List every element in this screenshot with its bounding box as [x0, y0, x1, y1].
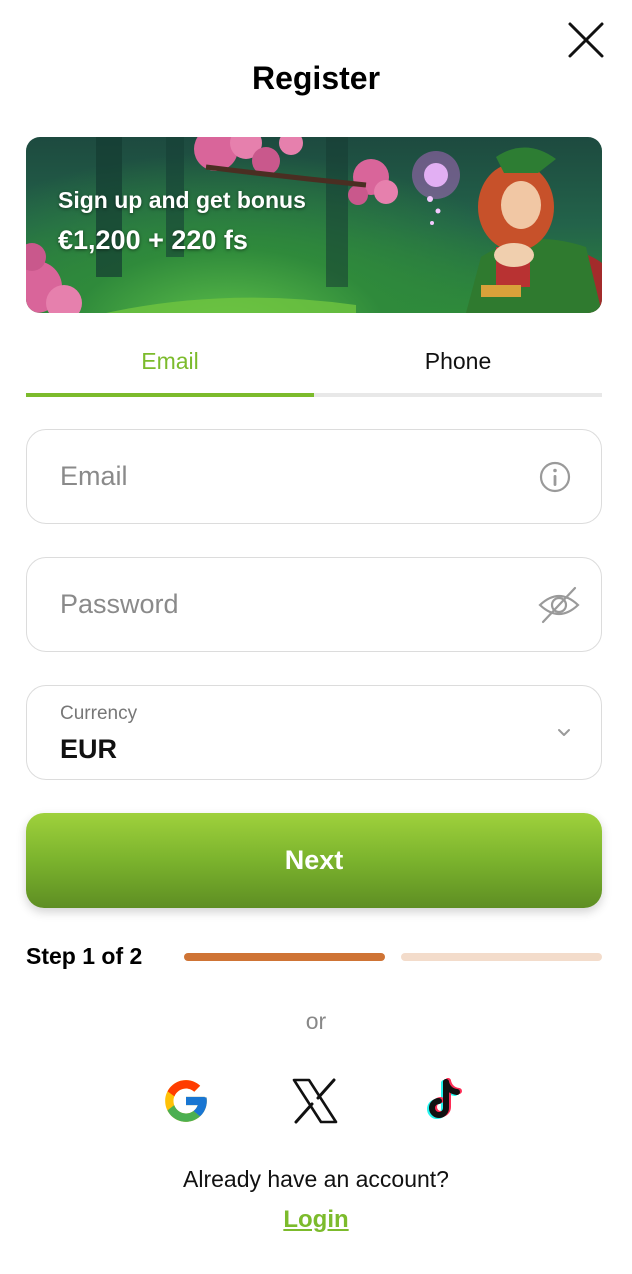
- email-field[interactable]: [60, 430, 520, 523]
- step-2-progress: [401, 953, 602, 961]
- chevron-down-icon: [558, 729, 570, 736]
- currency-value: EUR: [60, 734, 118, 764]
- next-button[interactable]: Next: [26, 813, 602, 908]
- register-modal: Register Sign up and get bonus €1,200 + …: [0, 0, 632, 1274]
- x-icon: [292, 1078, 338, 1124]
- tab-phone[interactable]: Phone: [314, 340, 602, 394]
- already-have-account-text: Already have an account?: [183, 1166, 449, 1192]
- close-icon: [568, 22, 604, 58]
- eye-off-icon[interactable]: [537, 584, 581, 626]
- close-button[interactable]: [566, 20, 606, 60]
- login-link[interactable]: Login: [0, 1206, 632, 1234]
- tab-email[interactable]: Email: [26, 340, 314, 394]
- currency-select[interactable]: Currency EUR: [26, 685, 602, 780]
- banner-headline: Sign up and get bonus: [58, 187, 306, 213]
- x-login-button[interactable]: [290, 1076, 340, 1126]
- tiktok-login-button[interactable]: [418, 1076, 468, 1126]
- bonus-banner: Sign up and get bonus €1,200 + 220 fs: [26, 137, 602, 313]
- banner-bonus-amount: €1,200 + 220 fs: [58, 225, 248, 255]
- page-title: Register: [251, 60, 381, 96]
- currency-label: Currency: [60, 703, 138, 724]
- info-icon[interactable]: [537, 459, 573, 495]
- step-1-progress: [184, 953, 385, 961]
- google-icon: [165, 1080, 207, 1122]
- tab-active-indicator: [26, 393, 314, 397]
- step-indicator-label: Step 1 of 2: [26, 943, 143, 969]
- email-field-container: [26, 429, 602, 524]
- register-method-tabs: Email Phone: [26, 340, 602, 398]
- tiktok-icon: [427, 1078, 462, 1119]
- or-divider: or: [305, 1008, 327, 1034]
- password-field[interactable]: [60, 558, 520, 651]
- password-field-container: [26, 557, 602, 652]
- google-login-button[interactable]: [161, 1076, 211, 1126]
